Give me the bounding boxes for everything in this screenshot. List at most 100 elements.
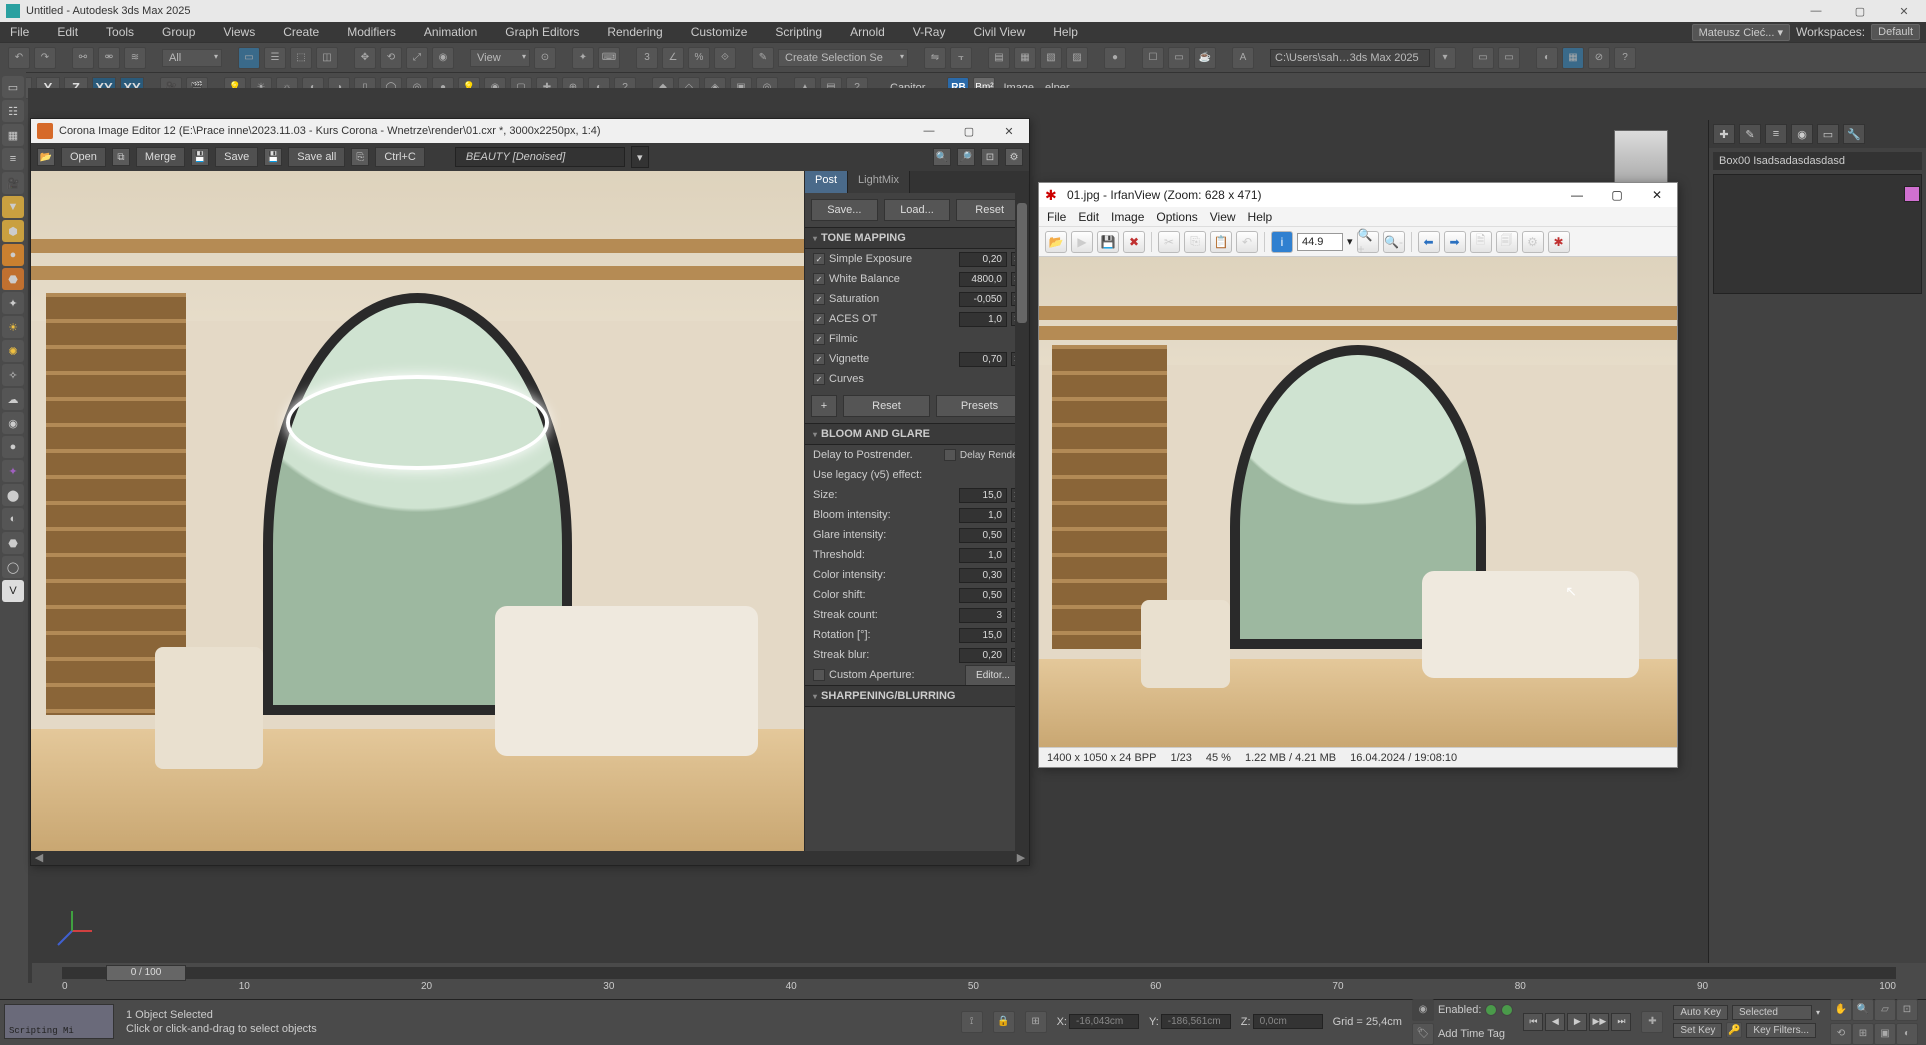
ltb-20[interactable]: ⬣ xyxy=(2,532,24,554)
irfan-menu-view[interactable]: View xyxy=(1210,210,1236,224)
irfan-close-btn[interactable]: ✕ xyxy=(1637,183,1677,207)
corona-save-icon[interactable]: 💾 xyxy=(191,148,209,166)
tone-val-1[interactable]: 4800,0 xyxy=(959,272,1007,287)
bloom-val-1[interactable]: 1,0 xyxy=(959,508,1007,523)
tone-val-5[interactable]: 0,70 xyxy=(959,352,1007,367)
manip-btn[interactable]: ✦ xyxy=(572,47,594,69)
ltb-7[interactable]: ⬢ xyxy=(2,220,24,242)
ltb-vray[interactable]: V xyxy=(2,580,24,602)
menu-rendering[interactable]: Rendering xyxy=(601,24,668,40)
corona-side-load-btn[interactable]: Load... xyxy=(884,199,951,221)
irfan-menu-edit[interactable]: Edit xyxy=(1078,210,1099,224)
menu-edit[interactable]: Edit xyxy=(51,24,84,40)
corona-settings[interactable]: ⚙ xyxy=(1005,148,1023,166)
corona-zoom2[interactable]: 🔎 xyxy=(957,148,975,166)
irfan-paste-icon[interactable]: 📋 xyxy=(1210,231,1232,253)
snap-btn[interactable]: ⊞ xyxy=(1025,1011,1047,1033)
corona-close-btn[interactable]: ✕ xyxy=(989,119,1029,143)
prev-frame-btn[interactable]: ◀ xyxy=(1545,1013,1565,1031)
cmd-tab-hierarchy[interactable]: ≡ xyxy=(1765,124,1787,144)
bind-btn[interactable]: ≋ xyxy=(124,47,146,69)
section-sharpening[interactable]: SHARPENING/BLURRING xyxy=(805,685,1029,707)
corona-hscroll[interactable]: ◀▶ xyxy=(31,851,1029,865)
scale-btn[interactable]: ⤢ xyxy=(406,47,428,69)
tone-chk-3[interactable] xyxy=(813,313,825,325)
bloom-val-3[interactable]: 1,0 xyxy=(959,548,1007,563)
open-autodesk-btn[interactable]: A xyxy=(1232,47,1254,69)
irfan-min-btn[interactable]: — xyxy=(1557,183,1597,207)
tb-extra4[interactable]: ▦ xyxy=(1562,47,1584,69)
corona-save-btn[interactable]: Save xyxy=(215,147,258,167)
cmd-tab-motion[interactable]: ◉ xyxy=(1791,124,1813,144)
ltb-19[interactable]: ◐ xyxy=(2,508,24,530)
corona-render-viewport[interactable] xyxy=(31,171,804,851)
cmd-tab-display[interactable]: ▭ xyxy=(1817,124,1839,144)
key-mode-btn[interactable]: ✚ xyxy=(1641,1011,1663,1033)
nav-zoomall[interactable]: ⊡ xyxy=(1896,999,1918,1021)
curve-editor-btn[interactable]: ▧ xyxy=(1040,47,1062,69)
ltb-21[interactable]: ◯ xyxy=(2,556,24,578)
render-setup-btn[interactable]: ☐ xyxy=(1142,47,1164,69)
menu-tools[interactable]: Tools xyxy=(100,24,140,40)
menu-civilview[interactable]: Civil View xyxy=(967,24,1031,40)
key-filter-selected[interactable]: Selected xyxy=(1732,1005,1812,1020)
next-frame-btn[interactable]: ▶▶ xyxy=(1589,1013,1609,1031)
corona-max-btn[interactable]: ▢ xyxy=(949,119,989,143)
key-filter-arrow[interactable]: ▾ xyxy=(1816,1008,1820,1017)
corona-merge-btn[interactable]: Merge xyxy=(136,147,185,167)
corona-side-reset-btn[interactable]: Reset xyxy=(956,199,1023,221)
bloom-val-5[interactable]: 0,50 xyxy=(959,588,1007,603)
align-btn[interactable]: ⫟ xyxy=(950,47,972,69)
project-path-field[interactable] xyxy=(1270,49,1430,67)
object-color-swatch[interactable] xyxy=(1904,186,1920,202)
named-selection-dropdown[interactable]: Create Selection Se xyxy=(778,49,908,67)
maxscript-mini-listener[interactable]: Scripting Mi xyxy=(4,1004,114,1039)
ltb-12[interactable]: ✺ xyxy=(2,340,24,362)
menu-group[interactable]: Group xyxy=(156,24,201,40)
keyboard-shortcut-btn[interactable]: ⌨ xyxy=(598,47,620,69)
schematic-view-btn[interactable]: ▨ xyxy=(1066,47,1088,69)
lock-btn[interactable]: 🔒 xyxy=(993,1011,1015,1033)
menu-modifiers[interactable]: Modifiers xyxy=(341,24,402,40)
corona-tab-lightmix[interactable]: LightMix xyxy=(848,171,910,193)
tb-extra5[interactable]: ⊘ xyxy=(1588,47,1610,69)
menu-customize[interactable]: Customize xyxy=(685,24,754,40)
irfan-menu-help[interactable]: Help xyxy=(1248,210,1273,224)
corona-channel-dropdown[interactable]: BEAUTY [Denoised] xyxy=(455,147,625,167)
corona-tab-post[interactable]: Post xyxy=(805,171,848,193)
menu-vray[interactable]: V-Ray xyxy=(907,24,952,40)
select-region-btn[interactable]: ⬚ xyxy=(290,47,312,69)
corona-titlebar[interactable]: Corona Image Editor 12 (E:\Prace inne\20… xyxy=(31,119,1029,143)
tb-extra1[interactable]: ▭ xyxy=(1472,47,1494,69)
edit-named-sel-btn[interactable]: ✎ xyxy=(752,47,774,69)
user-badge[interactable]: Mateusz Cieć... ▾ xyxy=(1692,24,1790,41)
angle-snap-btn[interactable]: ∠ xyxy=(662,47,684,69)
ltb-1[interactable]: ▭ xyxy=(2,76,24,98)
enabled-toggle[interactable]: ◉ xyxy=(1412,999,1434,1021)
ltb-9[interactable]: ⬣ xyxy=(2,268,24,290)
cmd-tab-modify[interactable]: ✎ xyxy=(1739,124,1761,144)
corona-zoom1[interactable]: 🔍 xyxy=(933,148,951,166)
undo-btn[interactable]: ↶ xyxy=(8,47,30,69)
move-btn[interactable]: ✥ xyxy=(354,47,376,69)
ltb-8[interactable]: ● xyxy=(2,244,24,266)
add-time-tag-label[interactable]: Add Time Tag xyxy=(1438,1028,1505,1040)
tone-presets-btn[interactable]: Presets xyxy=(936,395,1023,417)
bloom-delay-render-chk[interactable] xyxy=(944,449,956,461)
tone-val-0[interactable]: 0,20 xyxy=(959,252,1007,267)
render-production-btn[interactable]: ☕ xyxy=(1194,47,1216,69)
nav-max[interactable]: ▣ xyxy=(1874,1023,1896,1045)
cmd-tab-create[interactable]: ✚ xyxy=(1713,124,1735,144)
goto-end-btn[interactable]: ⏭ xyxy=(1611,1013,1631,1031)
tone-val-2[interactable]: -0,050 xyxy=(959,292,1007,307)
irfan-open-icon[interactable]: 📂 xyxy=(1045,231,1067,253)
ltb-17[interactable]: ✦ xyxy=(2,460,24,482)
use-center-btn[interactable]: ⊙ xyxy=(534,47,556,69)
irfan-cut-icon[interactable]: ✂ xyxy=(1158,231,1180,253)
time-track[interactable]: 0 / 100 xyxy=(62,967,1896,979)
tb-extra3[interactable]: ◐ xyxy=(1536,47,1558,69)
corona-open-icon[interactable]: 📂 xyxy=(37,148,55,166)
nav-pan[interactable]: ✋ xyxy=(1830,999,1852,1021)
irfan-menu-image[interactable]: Image xyxy=(1111,210,1144,224)
ltb-11[interactable]: ☀ xyxy=(2,316,24,338)
